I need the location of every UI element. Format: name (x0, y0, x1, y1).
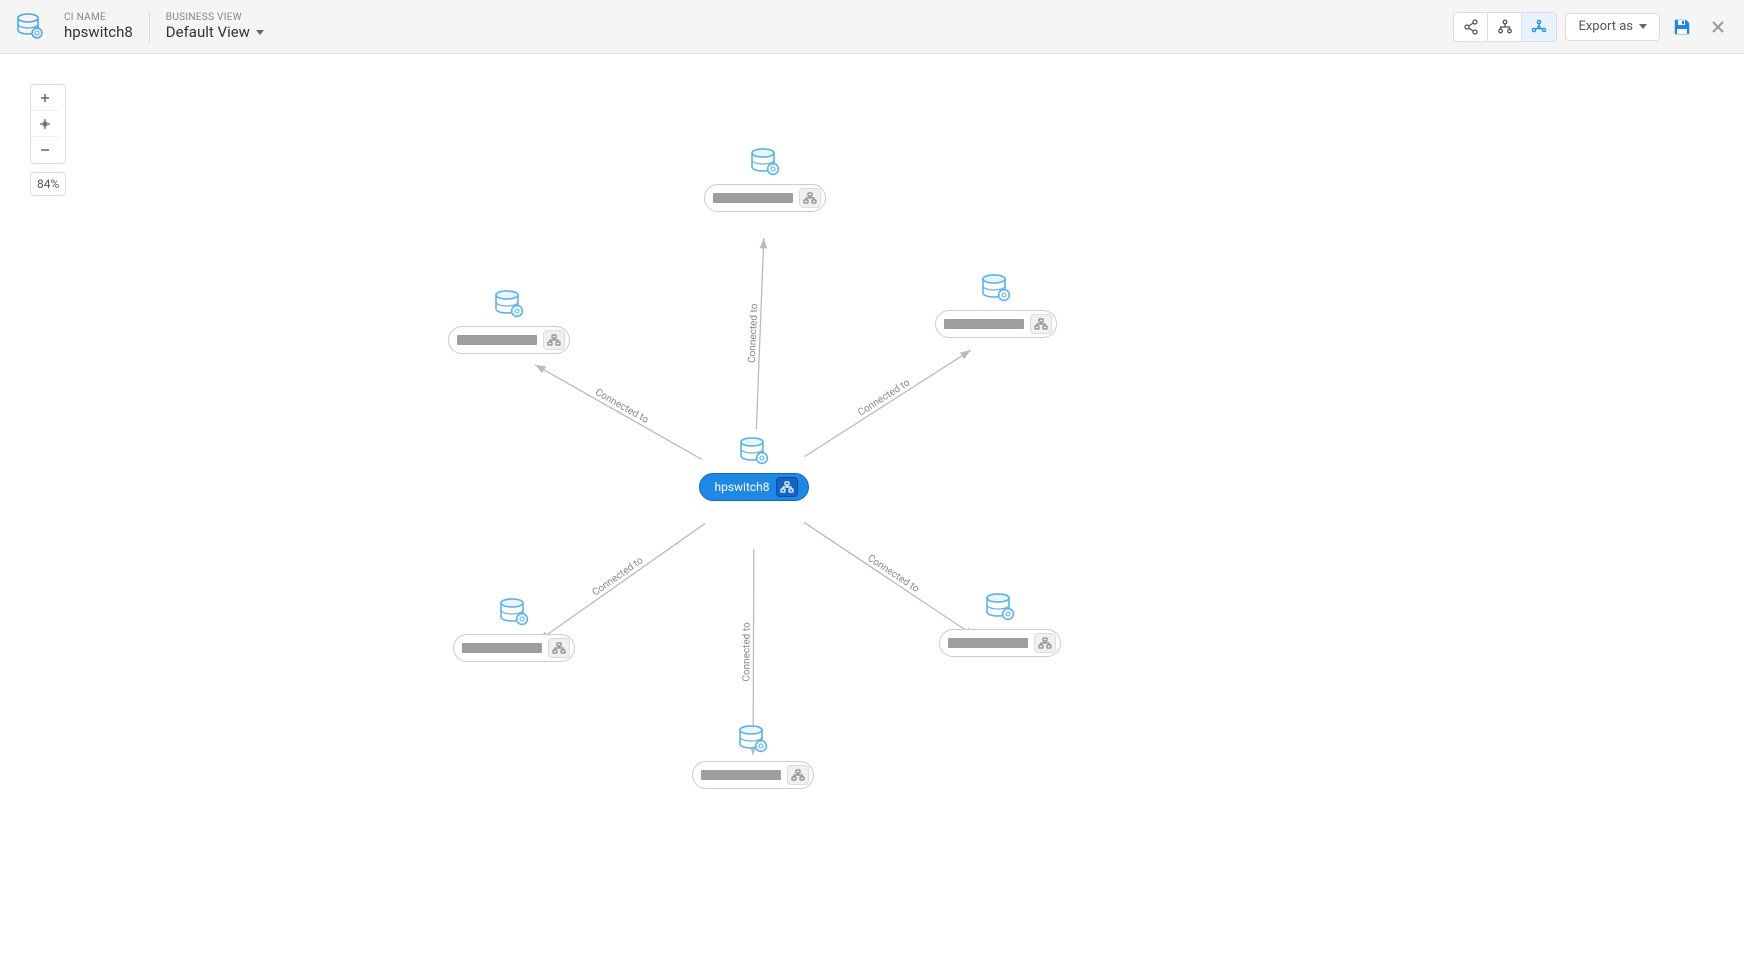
node-label-redacted (462, 643, 542, 653)
node-expand-button[interactable] (548, 638, 570, 658)
ci-name-group: CI NAME hpswitch8 (60, 12, 137, 41)
node-expand-button[interactable] (1034, 633, 1056, 653)
chevron-down-icon (1639, 24, 1647, 29)
edge-label: Connected to (865, 553, 921, 595)
zoom-in-button[interactable] (31, 85, 59, 111)
close-button[interactable] (1704, 13, 1732, 41)
node-expand-button[interactable] (787, 765, 809, 785)
storage-ci-icon (736, 725, 770, 755)
view-mode-radial-button[interactable] (1522, 13, 1556, 41)
node-pill[interactable] (692, 761, 814, 789)
header-divider (149, 11, 150, 43)
graph-node-center[interactable]: hpswitch8 (699, 437, 809, 501)
view-mode-share-button[interactable] (1454, 13, 1488, 41)
node-pill[interactable] (448, 326, 570, 354)
graph-edges: Connected to Connected to Connected to Conn… (0, 54, 1744, 954)
business-view-label: BUSINESS VIEW (166, 12, 264, 23)
node-pill[interactable]: hpswitch8 (699, 473, 809, 501)
export-as-button[interactable]: Export as (1565, 13, 1660, 41)
storage-ci-icon (748, 148, 782, 178)
edge-label: Connected to (593, 387, 650, 426)
graph-node[interactable] (935, 274, 1057, 338)
zoom-controls: 84% (30, 84, 66, 196)
header: CI NAME hpswitch8 BUSINESS VIEW Default … (0, 0, 1744, 54)
view-mode-hierarchy-button[interactable] (1488, 13, 1522, 41)
graph-canvas[interactable]: 84% Connected toConnected toConnected to… (0, 54, 1744, 954)
zoom-level-value: 84% (30, 172, 66, 196)
storage-ci-icon (983, 593, 1017, 623)
ci-storage-icon (12, 9, 48, 45)
node-label-redacted (457, 335, 537, 345)
node-label-redacted (948, 638, 1028, 648)
node-pill[interactable] (939, 629, 1061, 657)
export-as-label: Export as (1578, 19, 1633, 34)
node-pill[interactable] (453, 634, 575, 662)
node-label: hpswitch8 (714, 480, 769, 494)
node-label-redacted (701, 770, 781, 780)
edge-label: Connected to (747, 303, 760, 363)
storage-ci-icon (737, 437, 771, 467)
zoom-fit-button[interactable] (31, 111, 59, 137)
edge-label: Connected to (591, 555, 646, 598)
node-expand-button[interactable] (1030, 314, 1052, 334)
zoom-out-button[interactable] (31, 137, 59, 163)
storage-ci-icon (497, 598, 531, 628)
graph-node[interactable] (939, 593, 1061, 657)
graph-node[interactable] (453, 598, 575, 662)
node-label-redacted (713, 193, 793, 203)
ci-name-label: CI NAME (64, 12, 133, 23)
node-label-redacted (944, 319, 1024, 329)
edge-label: Connected to (741, 622, 752, 682)
ci-name-value: hpswitch8 (64, 23, 133, 41)
business-view-group[interactable]: BUSINESS VIEW Default View (162, 12, 268, 41)
business-view-value: Default View (166, 23, 250, 41)
graph-node[interactable] (704, 148, 826, 212)
edge-label: Connected to (856, 377, 912, 418)
storage-ci-icon (492, 290, 526, 320)
graph-node[interactable] (692, 725, 814, 789)
save-button[interactable] (1668, 13, 1696, 41)
graph-node[interactable] (448, 290, 570, 354)
node-expand-button[interactable] (776, 477, 798, 497)
node-pill[interactable] (935, 310, 1057, 338)
chevron-down-icon (256, 30, 264, 35)
node-pill[interactable] (704, 184, 826, 212)
storage-ci-icon (979, 274, 1013, 304)
node-expand-button[interactable] (543, 330, 565, 350)
view-mode-toggle (1453, 12, 1557, 42)
node-expand-button[interactable] (799, 188, 821, 208)
